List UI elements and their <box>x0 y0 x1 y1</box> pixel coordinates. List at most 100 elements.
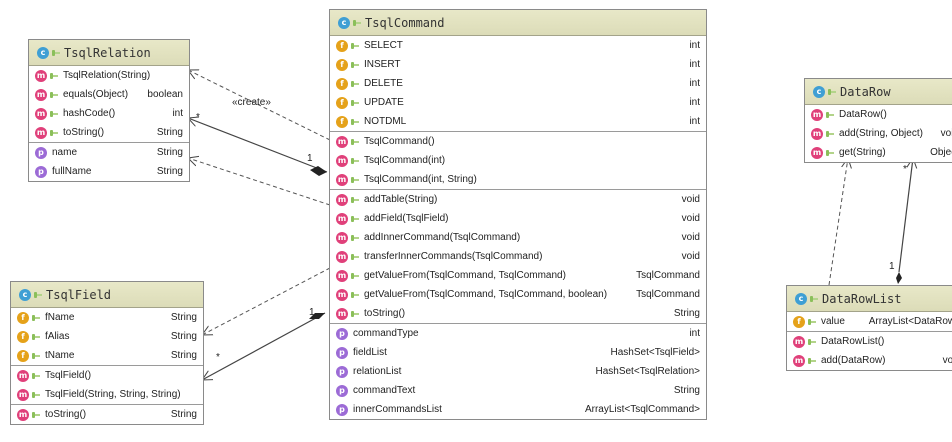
method-icon: m <box>811 108 823 121</box>
field-aggregation-line <box>202 312 326 380</box>
member-name: TsqlRelation(String) <box>63 70 151 81</box>
member-type: String <box>156 127 183 138</box>
visibility-icon <box>351 215 359 223</box>
method-row[interactable]: m getValueFrom(TsqlCommand, TsqlCommand, … <box>330 285 706 304</box>
class-header: c TsqlCommand <box>330 10 706 36</box>
property-row[interactable]: p name String <box>29 143 189 162</box>
method-icon: m <box>336 231 348 244</box>
visibility-icon <box>351 157 359 165</box>
visibility-icon <box>826 111 834 119</box>
member-name: DataRowList() <box>821 336 885 347</box>
property-icon: p <box>336 327 348 340</box>
method-icon: m <box>336 288 348 301</box>
property-row[interactable]: p commandText String <box>330 381 706 400</box>
class-datarow[interactable]: c DataRow m DataRow() m add(String, Object… <box>804 78 952 163</box>
method-icon: m <box>336 135 348 148</box>
member-name: TsqlCommand() <box>364 136 435 147</box>
method-row[interactable]: m add(DataRow) void <box>787 351 952 370</box>
method-row[interactable]: m addField(TsqlField) void <box>330 209 706 228</box>
multiplicity-star-relation: * <box>196 112 200 123</box>
member-name: TsqlField(String, String, String) <box>45 389 181 400</box>
member-type: void <box>942 355 952 366</box>
method-row[interactable]: m toString() String <box>11 405 203 424</box>
member-name: TsqlCommand(int) <box>364 155 446 166</box>
method-icon: m <box>336 250 348 263</box>
constructor-row[interactable]: m TsqlCommand() <box>330 132 706 151</box>
member-type: void <box>940 128 952 139</box>
method-row[interactable]: m DataRowList() <box>787 332 952 351</box>
constructors-section: m TsqlCommand() m TsqlCommand(int) m TsqlCo… <box>330 132 706 190</box>
class-header: c DataRow <box>805 79 952 105</box>
field-row[interactable]: f INSERT int <box>330 55 706 74</box>
method-row[interactable]: m transferInnerCommands(TsqlCommand) void <box>330 247 706 266</box>
member-type: int <box>689 116 700 127</box>
member-type: HashSet<TsqlField> <box>610 347 701 358</box>
class-datarowlist[interactable]: c DataRowList f value ArrayList<DataRow> m… <box>786 285 952 371</box>
class-tsqlcommand[interactable]: c TsqlCommand f SELECT int f INSERT int f DEL… <box>329 9 707 420</box>
constructor-row[interactable]: m TsqlCommand(int) <box>330 151 706 170</box>
class-header: c TsqlField <box>11 282 203 308</box>
field-row[interactable]: f tName String <box>11 346 203 365</box>
member-type: int <box>689 59 700 70</box>
visibility-icon <box>32 352 40 360</box>
field-row[interactable]: f DELETE int <box>330 74 706 93</box>
visibility-icon <box>351 138 359 146</box>
method-row[interactable]: m toString() String <box>29 123 189 142</box>
method-row[interactable]: m DataRow() <box>805 105 952 124</box>
field-icon: f <box>336 77 348 90</box>
datarow-aggregation-diamond <box>896 272 902 284</box>
method-row[interactable]: m equals(Object) boolean <box>29 85 189 104</box>
field-row[interactable]: f value ArrayList<DataRow> <box>787 312 952 331</box>
field-icon: f <box>17 311 29 324</box>
class-tsqlrelation[interactable]: c TsqlRelation m TsqlRelation(String) m eq… <box>28 39 190 182</box>
constructor-row[interactable]: m TsqlField() <box>11 366 203 385</box>
member-type: int <box>689 328 700 339</box>
field-row[interactable]: f fAlias String <box>11 327 203 346</box>
member-type: boolean <box>147 89 183 100</box>
field-row[interactable]: f SELECT int <box>330 36 706 55</box>
class-title: TsqlCommand <box>365 15 445 30</box>
method-row[interactable]: m addInnerCommand(TsqlCommand) void <box>330 228 706 247</box>
class-title: DataRow <box>840 84 891 99</box>
method-row[interactable]: m get(String) Object <box>805 143 952 162</box>
method-row[interactable]: m TsqlRelation(String) <box>29 66 189 85</box>
member-type: int <box>689 78 700 89</box>
properties-section: p name String p fullName String <box>29 143 189 181</box>
constructor-row[interactable]: m TsqlCommand(int, String) <box>330 170 706 189</box>
member-type: int <box>172 108 183 119</box>
member-type: String <box>170 331 197 342</box>
property-row[interactable]: p fieldList HashSet<TsqlField> <box>330 343 706 362</box>
field-row[interactable]: f UPDATE int <box>330 93 706 112</box>
property-row[interactable]: p innerCommandsList ArrayList<TsqlCommand> <box>330 400 706 419</box>
method-row[interactable]: m toString() String <box>330 304 706 323</box>
property-row[interactable]: p fullName String <box>29 162 189 181</box>
create-dependency-line <box>188 70 331 141</box>
member-name: hashCode() <box>63 108 116 119</box>
method-icon: m <box>793 354 805 367</box>
member-name: name <box>52 147 78 158</box>
constructor-row[interactable]: m TsqlField(String, String, String) <box>11 385 203 404</box>
property-row[interactable]: p commandType int <box>330 324 706 343</box>
member-type: String <box>673 385 700 396</box>
field-row[interactable]: f fName String <box>11 308 203 327</box>
class-icon: c <box>19 288 31 301</box>
method-row[interactable]: m hashCode() int <box>29 104 189 123</box>
method-icon: m <box>336 193 348 206</box>
member-name: DataRow() <box>839 109 887 120</box>
class-tsqlfield[interactable]: c TsqlField f fName String f fAlias String f… <box>10 281 204 425</box>
field-icon: f <box>336 39 348 52</box>
method-row[interactable]: m getValueFrom(TsqlCommand, TsqlCommand) T… <box>330 266 706 285</box>
visibility-icon <box>351 272 359 280</box>
visibility-icon <box>808 338 816 346</box>
class-icon: c <box>37 46 49 59</box>
member-name: add(String, Object) <box>839 128 923 139</box>
member-name: innerCommandsList <box>353 404 442 415</box>
method-row[interactable]: m add(String, Object) void <box>805 124 952 143</box>
field-row[interactable]: f NOTDML int <box>330 112 706 131</box>
method-row[interactable]: m addTable(String) void <box>330 190 706 209</box>
property-row[interactable]: p relationList HashSet<TsqlRelation> <box>330 362 706 381</box>
create-stereotype-label: «create» <box>232 97 271 108</box>
member-name: toString() <box>364 308 406 319</box>
visibility-icon <box>351 196 359 204</box>
member-name: fieldList <box>353 347 387 358</box>
